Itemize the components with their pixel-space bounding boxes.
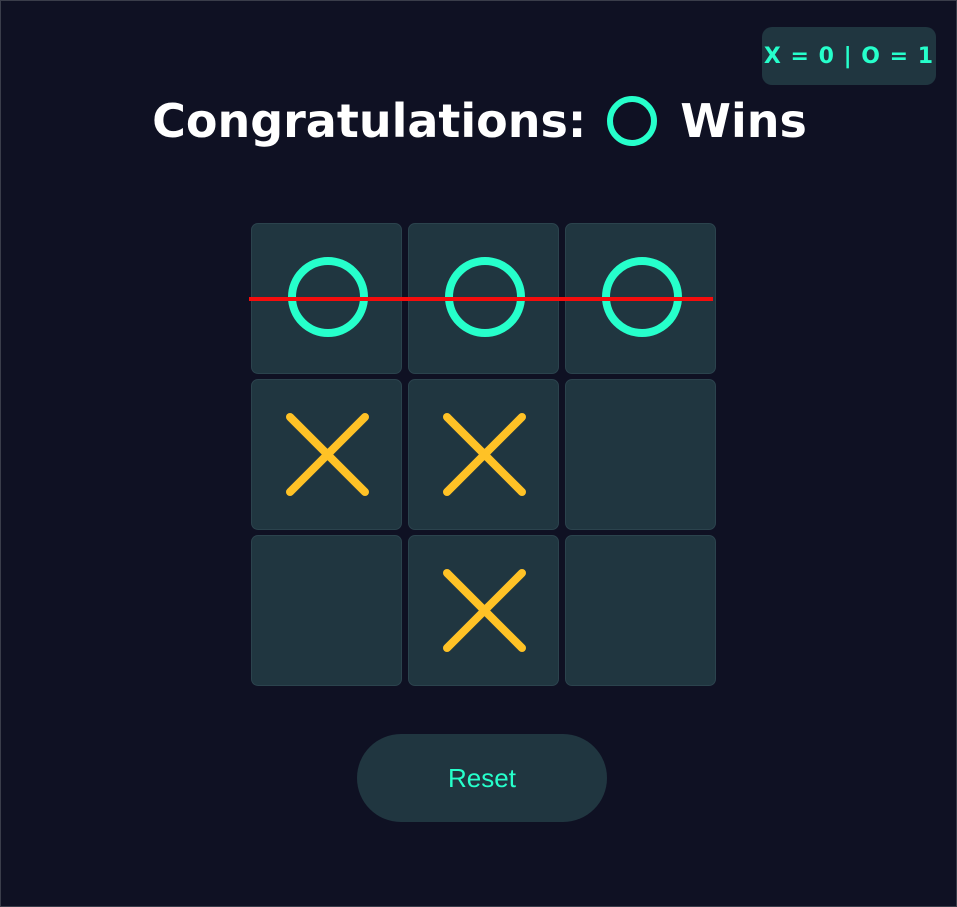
winning-line bbox=[249, 297, 713, 301]
status-prefix: Congratulations: bbox=[152, 94, 587, 148]
scoreboard: X = 0 | O = 1 bbox=[762, 27, 936, 85]
status-title: Congratulations: Wins bbox=[1, 83, 957, 159]
board-cell[interactable] bbox=[408, 379, 559, 530]
x-mark-icon bbox=[443, 413, 526, 496]
x-mark-icon bbox=[443, 569, 526, 652]
board-cell[interactable] bbox=[251, 535, 402, 686]
status-suffix: Wins bbox=[680, 94, 807, 148]
x-mark-icon bbox=[286, 413, 369, 496]
board-cell[interactable] bbox=[565, 535, 716, 686]
reset-button[interactable]: Reset bbox=[357, 734, 607, 822]
board-cell[interactable] bbox=[408, 535, 559, 686]
board-cell[interactable] bbox=[565, 379, 716, 530]
board-cell[interactable] bbox=[251, 379, 402, 530]
score-text: X = 0 | O = 1 bbox=[763, 43, 935, 69]
o-icon bbox=[606, 95, 658, 147]
game-board bbox=[251, 223, 716, 686]
